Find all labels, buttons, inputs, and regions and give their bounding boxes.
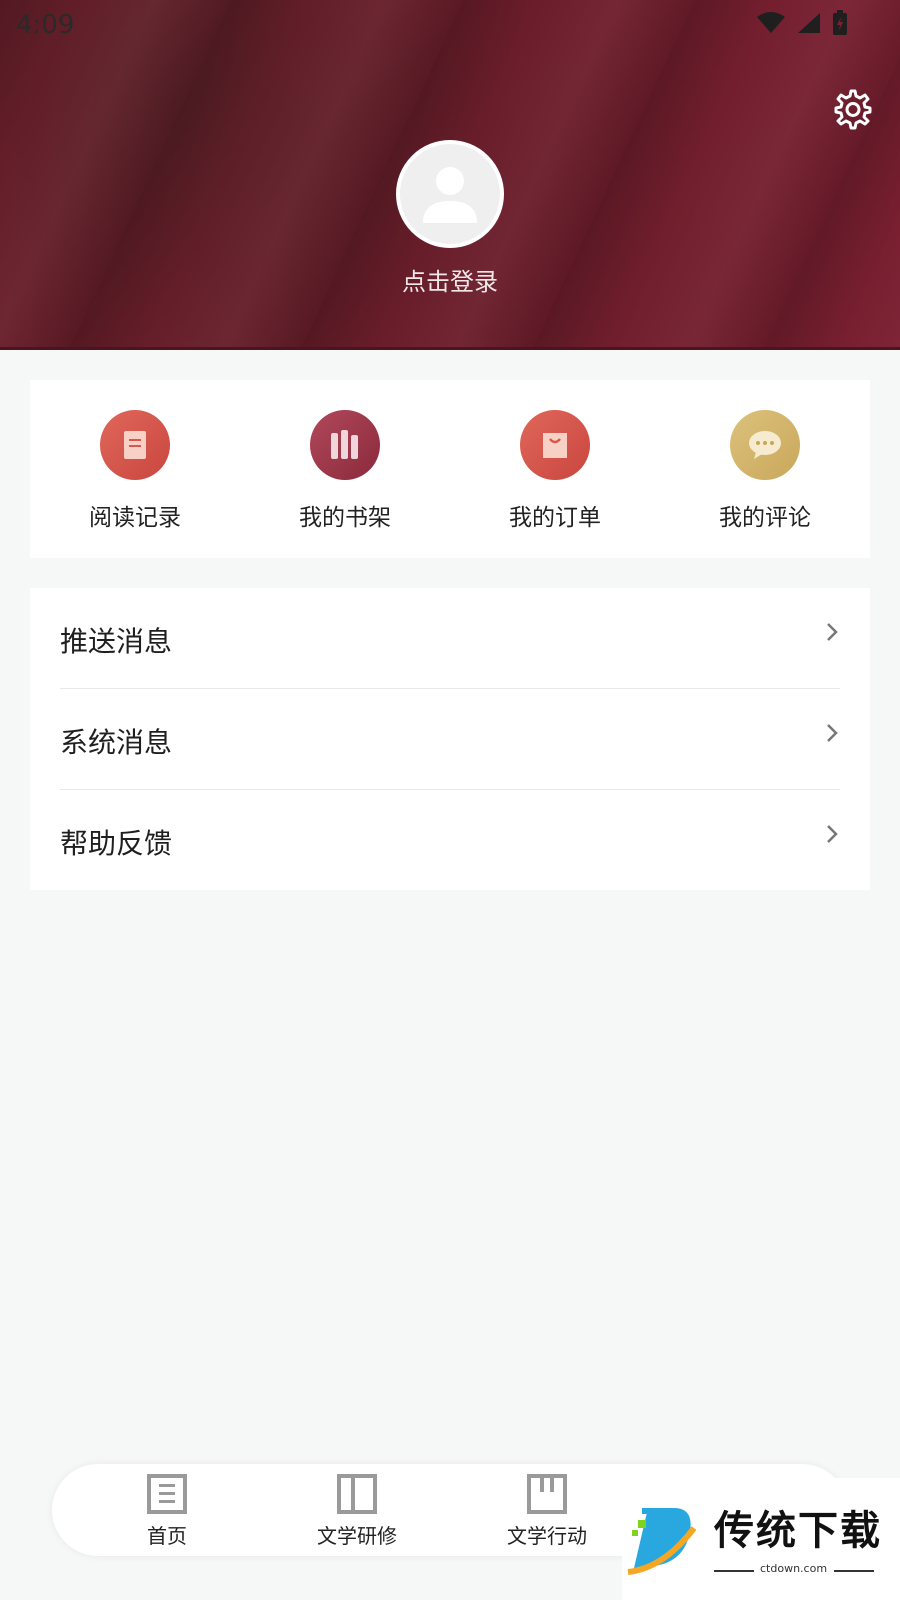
battery-icon <box>833 10 847 35</box>
shopping-bag-icon <box>520 410 590 480</box>
settings-button[interactable] <box>828 86 874 132</box>
menu-item-label: 帮助反馈 <box>60 827 173 860</box>
ctdown-logo-icon <box>627 1508 697 1575</box>
book-columns-icon <box>337 1474 377 1514</box>
menu-item-label: 推送消息 <box>60 625 173 658</box>
menu-item-help-feedback[interactable]: 帮助反馈 <box>60 790 840 890</box>
quick-action-reading-history[interactable]: 阅读记录 <box>30 380 240 558</box>
quick-action-orders[interactable]: 我的订单 <box>450 380 660 558</box>
menu-item-label: 系统消息 <box>60 726 173 759</box>
wifi-icon <box>757 12 785 33</box>
divider <box>714 1570 754 1572</box>
tab-label: 文学行动 <box>507 1524 587 1548</box>
tab-label: 首页 <box>147 1524 187 1548</box>
books-icon <box>310 410 380 480</box>
profile-header: 4:09 点击登录 <box>0 0 900 350</box>
chevron-right-icon <box>827 825 838 843</box>
menu-list: 推送消息 系统消息 帮助反馈 <box>30 588 870 890</box>
quick-action-label: 我的订单 <box>509 505 601 531</box>
quick-action-bookshelf[interactable]: 我的书架 <box>240 380 450 558</box>
login-prompt[interactable]: 点击登录 <box>0 262 900 297</box>
home-doc-icon <box>147 1474 187 1514</box>
action-box-icon <box>527 1474 567 1514</box>
chevron-right-icon <box>827 724 838 742</box>
menu-item-push-messages[interactable]: 推送消息 <box>60 588 840 688</box>
chevron-right-icon <box>827 623 838 641</box>
watermark-subtitle: ctdown.com <box>760 1562 828 1575</box>
divider <box>834 1570 874 1572</box>
watermark-logo: 传统下载 ctdown.com <box>622 1478 900 1600</box>
quick-action-label: 我的评论 <box>719 505 811 531</box>
quick-action-label: 阅读记录 <box>89 505 181 531</box>
signal-icon <box>798 13 820 33</box>
user-icon <box>423 167 477 223</box>
chat-bubble-icon <box>730 410 800 480</box>
quick-action-label: 我的书架 <box>299 505 391 531</box>
avatar[interactable] <box>396 140 504 248</box>
document-icon <box>100 410 170 480</box>
status-icons <box>756 10 848 36</box>
gear-icon <box>834 89 872 130</box>
tab-literary-action[interactable]: 文学行动 <box>452 1464 642 1556</box>
tab-literary-study[interactable]: 文学研修 <box>262 1464 452 1556</box>
tab-label: 文学研修 <box>317 1524 397 1548</box>
tab-home[interactable]: 首页 <box>72 1464 262 1556</box>
quick-action-comments[interactable]: 我的评论 <box>660 380 870 558</box>
watermark-title: 传统下载 <box>714 1508 882 1554</box>
menu-item-system-messages[interactable]: 系统消息 <box>60 689 840 789</box>
quick-actions-card: 阅读记录 我的书架 我的订单 我的评论 <box>30 380 870 558</box>
status-time: 4:09 <box>16 10 75 40</box>
